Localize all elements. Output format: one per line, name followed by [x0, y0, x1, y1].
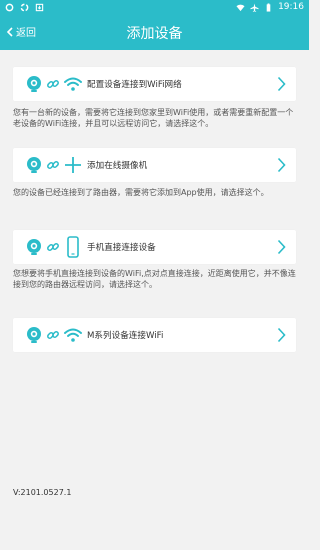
wifi-icon [64, 77, 82, 91]
airplane-icon [250, 2, 259, 12]
option-m-series-wifi[interactable]: M系列设备连接WiFi [13, 318, 296, 352]
status-time: 19:16 [278, 2, 304, 12]
page-title: 添加设备 [126, 26, 183, 42]
battery-icon [266, 2, 271, 12]
plus-icon [65, 157, 81, 173]
option-description: 您的设备已经连接到了路由器，需要将它添加到App使用，请选择这个。 [13, 188, 269, 197]
option-label: 配置设备连接到WiFi网络 [87, 80, 182, 90]
camera-icon [27, 239, 41, 255]
option-label: 手机直接连接设备 [87, 243, 156, 253]
chevron-right-icon [277, 239, 286, 255]
wifi-icon [64, 328, 82, 342]
camera-icon [27, 157, 41, 173]
option-description: 您有一台新的设备，需要将它连接到您家里到WiFi使用，或者需要重新配置一个老设备… [13, 108, 294, 128]
option-phone-direct-connect[interactable]: 手机直接连接设备 [13, 230, 296, 264]
chevron-right-icon [277, 157, 286, 173]
option-label: M系列设备连接WiFi [87, 331, 164, 341]
chevron-right-icon [277, 327, 286, 343]
nav-bar: 返回 添加设备 [0, 14, 309, 50]
wifi-signal-icon [236, 4, 245, 11]
version-text: V:2101.0527.1 [13, 488, 72, 497]
option-label: 添加在线摄像机 [87, 161, 148, 171]
option-description: 您想要将手机直接连接到设备的WiFi,点对点直接连接，近距离使用它，并不像连接到… [13, 269, 296, 289]
notification-icon [5, 3, 14, 11]
link-icon [47, 80, 59, 88]
phone-icon [67, 236, 79, 258]
link-icon [47, 331, 59, 339]
status-bar: 19:16 [0, 0, 309, 14]
link-icon [47, 243, 59, 251]
option-configure-wifi[interactable]: 配置设备连接到WiFi网络 [13, 67, 296, 101]
link-icon [47, 161, 59, 169]
sync-icon [20, 3, 29, 11]
camera-icon [27, 76, 41, 92]
option-add-online-camera[interactable]: 添加在线摄像机 [13, 148, 296, 182]
download-icon [35, 3, 44, 11]
camera-icon [27, 327, 41, 343]
chevron-right-icon [277, 76, 286, 92]
